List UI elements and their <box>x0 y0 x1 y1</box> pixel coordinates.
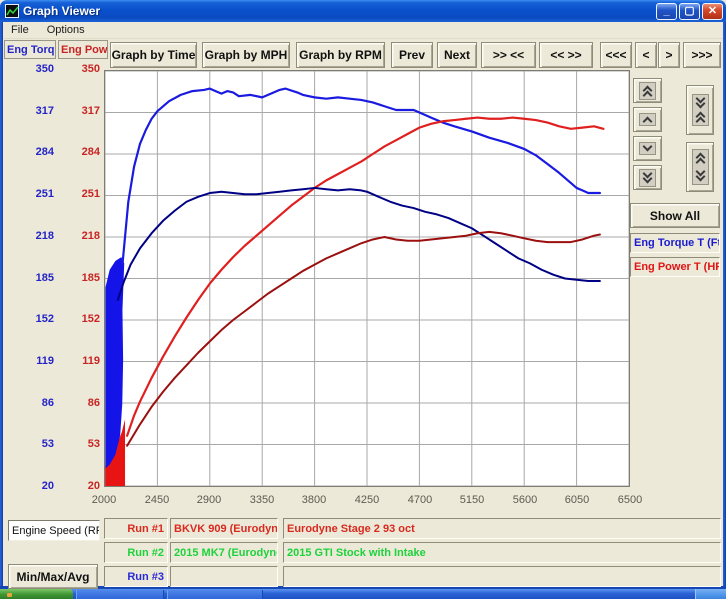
rpm-tick-label: 2450 <box>135 494 179 506</box>
power-tick-label: 317 <box>58 105 100 117</box>
title-bar[interactable]: Graph Viewer _ ▢ ✕ <box>0 0 726 22</box>
rpm-tick-label: 2900 <box>187 494 231 506</box>
x-axis-field[interactable]: Engine Speed (RPM) <box>8 520 100 541</box>
power-tick-label: 119 <box>58 355 100 367</box>
torque-tick-label: 185 <box>6 272 54 284</box>
power-tick-label: 53 <box>58 438 100 450</box>
rpm-tick-label: 5600 <box>503 494 547 506</box>
minimize-icon[interactable]: _ <box>656 3 677 20</box>
rpm-tick-label: 2000 <box>82 494 126 506</box>
torque-tick-label: 152 <box>6 313 54 325</box>
show-all-button[interactable]: Show All <box>630 203 720 228</box>
power-tick-label: 284 <box>58 146 100 158</box>
pan-right-button[interactable]: > <box>658 42 680 68</box>
double-chevron-down-icon <box>639 169 656 187</box>
power-tick-label: 218 <box>58 230 100 242</box>
legend-torque: Eng Torque T (Ft-Lb) <box>630 233 720 253</box>
contract-vertical-icon <box>692 94 709 126</box>
torque-tick-label: 53 <box>6 438 54 450</box>
windows-flag-icon <box>7 593 12 597</box>
min-max-avg-button[interactable]: Min/Max/Avg <box>8 564 98 589</box>
chevron-up-icon <box>639 113 656 126</box>
run2-file-field[interactable]: 2015 MK7 (Eurodyne, E <box>170 542 278 563</box>
run3-file-field[interactable] <box>170 566 278 587</box>
start-button[interactable] <box>0 589 73 599</box>
dyno-chart[interactable] <box>104 70 630 487</box>
scale-double-down-button[interactable] <box>633 165 662 190</box>
torque-tick-label: 119 <box>6 355 54 367</box>
zoom-in-x-button[interactable]: >> << <box>481 42 536 68</box>
run2-desc-field[interactable]: 2015 GTI Stock with Intake <box>283 542 721 563</box>
taskbar-item[interactable] <box>76 590 164 599</box>
maximize-icon[interactable]: ▢ <box>679 3 700 20</box>
expand-range-button[interactable] <box>686 142 714 192</box>
prev-button[interactable]: Prev <box>391 42 433 68</box>
run1-label: Run #1 <box>104 518 168 539</box>
system-tray <box>695 589 726 599</box>
pan-far-right-button[interactable]: >>> <box>683 42 721 68</box>
scale-up-button[interactable] <box>633 107 662 132</box>
run3-desc-field[interactable] <box>283 566 721 587</box>
rpm-tick-label: 3800 <box>292 494 336 506</box>
graph-by-mph-button[interactable]: Graph by MPH <box>202 42 290 68</box>
rpm-tick-label: 4700 <box>398 494 442 506</box>
chart-canvas <box>105 71 629 486</box>
rpm-tick-label: 3350 <box>240 494 284 506</box>
graph-viewer-window: Graph Viewer _ ▢ ✕ File Options Eng Torq… <box>0 0 726 599</box>
power-tick-label: 152 <box>58 313 100 325</box>
scale-double-up-button[interactable] <box>633 78 662 103</box>
run2-label: Run #2 <box>104 542 168 563</box>
pan-far-left-button[interactable]: <<< <box>600 42 632 68</box>
rpm-tick-label: 5150 <box>450 494 494 506</box>
run1-desc-field[interactable]: Eurodyne Stage 2 93 oct <box>283 518 721 539</box>
torque-tick-label: 317 <box>6 105 54 117</box>
pan-left-button[interactable]: < <box>635 42 657 68</box>
window-border-left <box>0 22 3 589</box>
power-tick-label: 86 <box>58 397 100 409</box>
torque-tick-label: 86 <box>6 397 54 409</box>
menu-bar: File Options <box>3 22 723 39</box>
taskbar-item[interactable] <box>167 590 263 599</box>
torque-tick-label: 251 <box>6 188 54 200</box>
run3-label: Run #3 <box>104 566 168 587</box>
torque-axis-ticks: 350 317 284 251 218 185 152 119 86 53 20 <box>6 0 54 599</box>
rpm-tick-label: 6500 <box>608 494 652 506</box>
graph-by-time-button[interactable]: Graph by Time <box>110 42 197 68</box>
rpm-tick-label: 4250 <box>345 494 389 506</box>
zoom-out-x-button[interactable]: << >> <box>539 42 593 68</box>
run1-file-field[interactable]: BKVK 909 (Eurodyne, B <box>170 518 278 539</box>
graph-by-rpm-button[interactable]: Graph by RPM <box>296 42 385 68</box>
legend-power: Eng Power T (HP) <box>630 257 720 277</box>
contract-range-button[interactable] <box>686 85 714 135</box>
torque-tick-label: 284 <box>6 146 54 158</box>
rpm-tick-label: 6050 <box>555 494 599 506</box>
power-tick-label: 350 <box>58 63 100 75</box>
power-tick-label: 20 <box>58 480 100 492</box>
power-tick-label: 251 <box>58 188 100 200</box>
expand-vertical-icon <box>692 149 709 185</box>
chevron-down-icon <box>639 142 656 155</box>
torque-tick-label: 350 <box>6 63 54 75</box>
torque-tick-label: 20 <box>6 480 54 492</box>
power-axis-ticks: 350 317 284 251 218 185 152 119 86 53 20 <box>58 0 100 599</box>
taskbar[interactable] <box>0 589 726 599</box>
power-tick-label: 185 <box>58 272 100 284</box>
double-chevron-up-icon <box>639 82 656 100</box>
close-icon[interactable]: ✕ <box>702 3 723 20</box>
torque-tick-label: 218 <box>6 230 54 242</box>
scale-down-button[interactable] <box>633 136 662 161</box>
next-button[interactable]: Next <box>437 42 477 68</box>
